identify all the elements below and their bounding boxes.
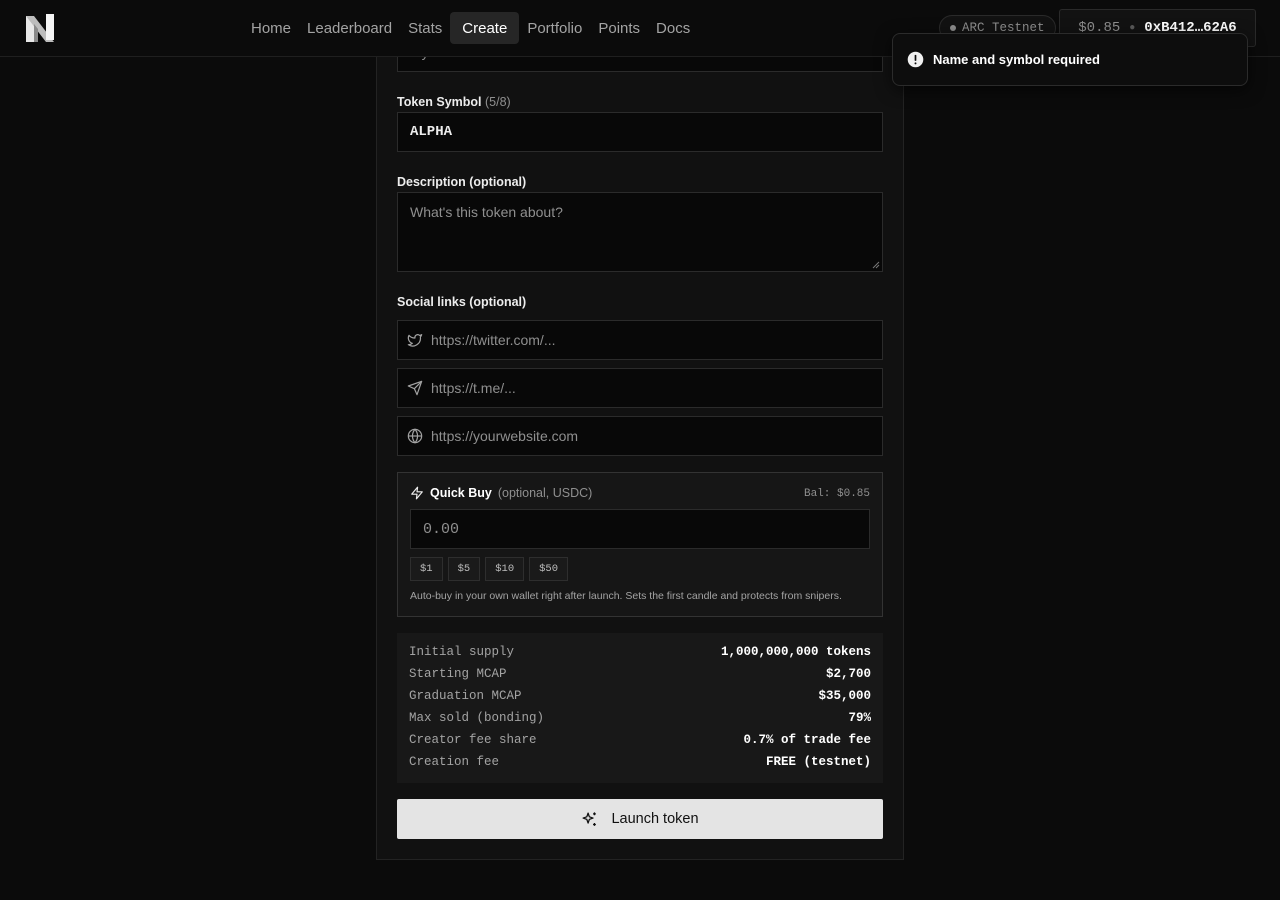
- resize-handle-icon[interactable]: [872, 261, 880, 269]
- preset-10-button[interactable]: $10: [485, 557, 525, 581]
- stat-row: Initial supply 1,000,000,000 tokens: [409, 641, 871, 663]
- stat-value: 0.7% of trade fee: [743, 733, 871, 747]
- globe-icon: [407, 428, 423, 444]
- stat-row: Max sold (bonding) 79%: [409, 707, 871, 729]
- stat-row: Starting MCAP $2,700: [409, 663, 871, 685]
- stat-value: 79%: [848, 711, 871, 725]
- token-stats-panel: Initial supply 1,000,000,000 tokens Star…: [397, 633, 883, 783]
- nav-create[interactable]: Create: [450, 12, 520, 44]
- twitter-input[interactable]: https://twitter.com/...: [397, 320, 883, 360]
- toast-message: Name and symbol required: [933, 52, 1100, 67]
- stat-label: Creation fee: [409, 755, 500, 769]
- quick-buy-note: Auto-buy in your own wallet right after …: [410, 590, 842, 602]
- stat-value: FREE (testnet): [765, 755, 871, 769]
- twitter-icon: [407, 334, 423, 347]
- launch-token-label: Launch token: [611, 811, 699, 827]
- nav-home[interactable]: Home: [243, 12, 299, 44]
- description-placeholder: What's this token about?: [410, 204, 563, 220]
- stat-label: Creator fee share: [409, 733, 537, 747]
- quick-buy-placeholder: 0.00: [423, 520, 460, 538]
- website-input[interactable]: https://yourwebsite.com: [397, 416, 883, 456]
- stat-row: Creator fee share 0.7% of trade fee: [409, 729, 871, 751]
- social-links-label: Social links (optional): [397, 295, 527, 309]
- stat-value: $35,000: [818, 689, 871, 703]
- launch-token-button[interactable]: Launch token: [397, 799, 883, 839]
- stat-value: $2,700: [825, 667, 871, 681]
- alert-circle-icon: [907, 51, 924, 68]
- description-label: Description (optional): [397, 175, 527, 189]
- preset-5-button[interactable]: $5: [447, 557, 481, 581]
- sparkles-icon: [582, 811, 597, 826]
- stat-label: Max sold (bonding): [409, 711, 545, 725]
- stat-label: Starting MCAP: [409, 667, 507, 681]
- telegram-placeholder: https://t.me/...: [431, 380, 516, 396]
- telegram-icon: [407, 380, 423, 396]
- token-symbol-label: Token Symbol (5/8): [397, 95, 511, 109]
- token-symbol-input[interactable]: ALPHA: [397, 112, 883, 152]
- nav-stats[interactable]: Stats: [400, 12, 450, 44]
- quick-buy-presets: $1 $5 $10 $50: [410, 557, 569, 581]
- preset-50-button[interactable]: $50: [529, 557, 569, 581]
- stat-row: Graduation MCAP $35,000: [409, 685, 871, 707]
- token-symbol-label-text: Token Symbol: [397, 95, 482, 109]
- quick-buy-balance: Bal: $0.85: [803, 488, 870, 500]
- nav-docs[interactable]: Docs: [648, 12, 698, 44]
- main-nav: Home Leaderboard Stats Create Portfolio …: [243, 12, 698, 44]
- stat-label: Initial supply: [409, 645, 515, 659]
- quick-buy-amount-input[interactable]: 0.00: [410, 509, 870, 549]
- token-symbol-count: (5/8): [485, 95, 511, 109]
- stat-value: 1,000,000,000 tokens: [720, 645, 871, 659]
- telegram-input[interactable]: https://t.me/...: [397, 368, 883, 408]
- token-symbol-value: ALPHA: [410, 124, 453, 140]
- lightning-icon: [411, 486, 423, 500]
- stat-row: Creation fee FREE (testnet): [409, 751, 871, 773]
- nav-portfolio[interactable]: Portfolio: [519, 12, 590, 44]
- stat-label: Graduation MCAP: [409, 689, 522, 703]
- network-status-dot: [950, 25, 956, 31]
- wallet-separator: ●: [1129, 22, 1136, 34]
- nav-leaderboard[interactable]: Leaderboard: [299, 12, 400, 44]
- quick-buy-panel: Quick Buy (optional, USDC) Bal: $0.85 0.…: [397, 472, 883, 617]
- logo[interactable]: [24, 12, 56, 44]
- website-placeholder: https://yourwebsite.com: [431, 428, 579, 444]
- quick-buy-title: Quick Buy: [430, 486, 492, 500]
- description-textarea[interactable]: What's this token about?: [397, 192, 883, 272]
- quick-buy-subtitle: (optional, USDC): [497, 486, 593, 500]
- nav-points[interactable]: Points: [590, 12, 648, 44]
- preset-1-button[interactable]: $1: [410, 557, 443, 581]
- error-toast[interactable]: Name and symbol required: [892, 33, 1248, 86]
- twitter-placeholder: https://twitter.com/...: [431, 332, 556, 348]
